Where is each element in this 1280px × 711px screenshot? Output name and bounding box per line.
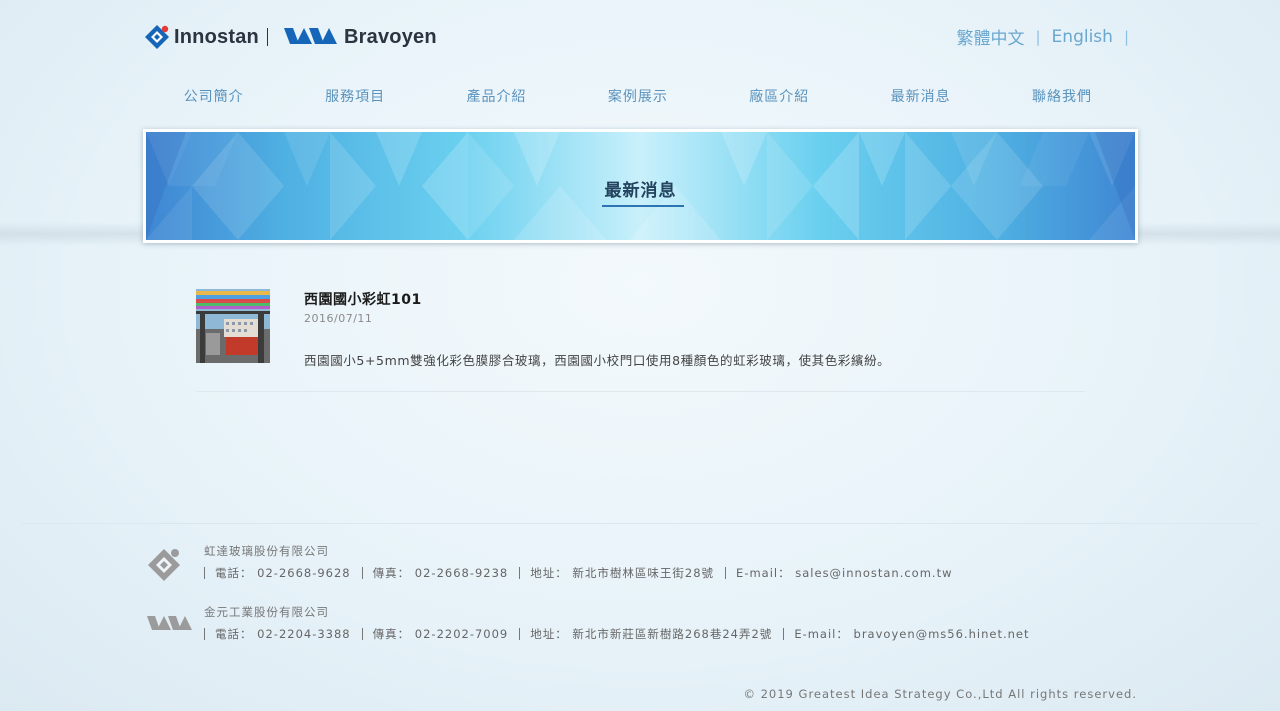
innostan-logo-text: Innostan [174, 25, 259, 48]
news-list-item[interactable]: 西園國小彩虹101 2016/07/11 西園國小5+5mm雙強化彩色膜膠合玻璃… [196, 289, 1085, 392]
footer-divider [22, 523, 1258, 524]
lang-divider: | [1123, 27, 1129, 46]
company-phone: 電話： 02-2204-3388 [204, 628, 362, 640]
banner-title: 最新消息 [604, 181, 677, 201]
nav-services[interactable]: 服務項目 [284, 86, 425, 106]
bravoyen-footer-icon [147, 616, 192, 630]
nav-products[interactable]: 產品介紹 [426, 86, 567, 106]
page: Innostan Bravoyen 繁體中文 | English | 公司簡介 … [0, 0, 1280, 711]
news-date: 2016/07/11 [304, 312, 373, 325]
nav-factory[interactable]: 廠區介紹 [709, 86, 850, 106]
innostan-footer-icon [148, 549, 180, 581]
copyright: © 2019 Greatest Idea Strategy Co.,Ltd Al… [743, 687, 1137, 701]
innostan-logo[interactable]: Innostan [144, 24, 259, 50]
company-address: 地址： 新北市樹林區味王街28號 [519, 567, 725, 579]
news-description: 西園國小5+5mm雙強化彩色膜膠合玻璃，西園國小校門口使用8種顏色的虹彩玻璃，使… [304, 353, 891, 368]
news-thumbnail[interactable] [196, 289, 270, 363]
company-name: 虹達玻璃股份有限公司 [204, 544, 329, 558]
company-contact: 電話： 02-2668-9628 傳真： 02-2668-9238 地址： 新北… [204, 567, 964, 579]
bravoyen-logo[interactable]: Bravoyen [282, 24, 437, 50]
page-banner: 最新消息 [143, 129, 1138, 243]
nav-news[interactable]: 最新消息 [850, 86, 991, 106]
company-name: 金元工業股份有限公司 [204, 605, 329, 619]
lang-english[interactable]: English [1052, 27, 1113, 47]
bravoyen-logo-text: Bravoyen [344, 25, 437, 48]
company-email[interactable]: E-mail： sales@innostan.com.tw [725, 567, 963, 579]
banner-title-underline [602, 205, 684, 207]
news-thumbnail-image [196, 289, 270, 363]
company-fax: 傳真： 02-2202-7009 [361, 628, 520, 640]
lang-divider: | [1035, 27, 1041, 46]
banner-background: 最新消息 [146, 132, 1135, 240]
nav-company-intro[interactable]: 公司簡介 [143, 86, 284, 106]
company-phone: 電話： 02-2668-9628 [204, 567, 362, 579]
news-title[interactable]: 西園國小彩虹101 [304, 289, 422, 309]
language-switcher: 繁體中文 | English | [956, 24, 1140, 50]
innostan-logo-icon [145, 25, 169, 49]
logo-divider [267, 28, 268, 46]
company-contact: 電話： 02-2204-3388 傳真： 02-2202-7009 地址： 新北… [204, 628, 1040, 640]
main-nav: 公司簡介 服務項目 產品介紹 案例展示 廠區介紹 最新消息 聯絡我們 [143, 86, 1133, 106]
nav-cases[interactable]: 案例展示 [567, 86, 708, 106]
nav-contact[interactable]: 聯絡我們 [991, 86, 1132, 106]
company-fax: 傳真： 02-2668-9238 [361, 567, 520, 579]
lang-traditional-chinese[interactable]: 繁體中文 [956, 24, 1024, 49]
bravoyen-logo-icon [284, 28, 337, 44]
company-address: 地址： 新北市新莊區新樹路268巷24弄2號 [519, 628, 783, 640]
company-email[interactable]: E-mail： bravoyen@ms56.hinet.net [783, 628, 1040, 640]
